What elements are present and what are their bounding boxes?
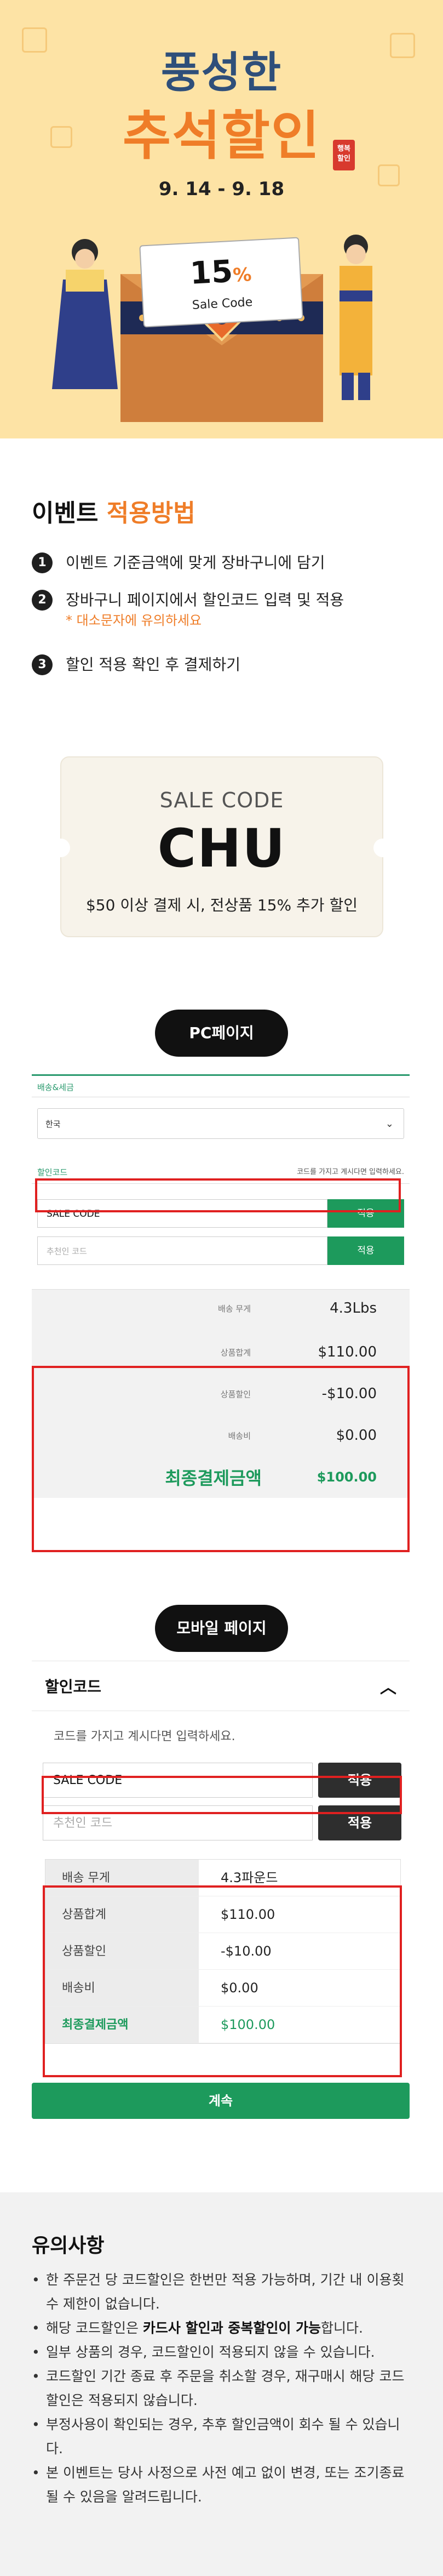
chevron-up-icon: ︿ [380,1678,396,1697]
continue-button[interactable]: 계속 [32,2083,410,2119]
step-number: 3 [32,654,53,675]
notice-list: 한 주문건 당 코드할인은 한번만 적용 가능하며, 기간 내 이용횟수 제한이… [32,2268,410,2509]
howto-title-prefix: 이벤트 [32,499,99,527]
hero-title: 풍성한 [160,48,283,98]
pc-page-label: PC페이지 [155,1010,288,1057]
sale-code-ticket: SALE CODE CHU $50 이상 결제 시, 전상품 15% 추가 할인 [51,756,392,937]
discount-code-hint: 코드를 가지고 계시다면 입력하세요. [54,1730,235,1743]
referral-code-input[interactable]: 추천인 코드 [37,1236,327,1265]
summary-key: 배송 무게 [218,1303,251,1314]
ticket-label: SALE CODE [159,788,284,812]
right-figure-illustration [340,235,372,400]
step-number: 2 [32,590,53,611]
notice-item: 해당 코드할인은 카드사 할인과 중복할인이 가능합니다. [32,2316,410,2340]
summary-value: $110.00 [318,1344,377,1360]
coupon-card: 15% Sale Code [139,237,303,328]
notice-title: 유의사항 [32,2235,105,2257]
chevron-down-icon: ⌄ [385,1118,394,1130]
step-note: * 대소문자에 유의하세요 [66,613,202,628]
hero-title-accent: 추석할인 [122,105,321,167]
ticket-code: CHU [157,818,286,879]
ticket-description: $50 이상 결제 시, 전상품 15% 추가 할인 [85,896,358,914]
discount-code-accordion[interactable]: 할인코드 ︿ [32,1661,410,1711]
coupon-percent-sign: % [232,264,252,287]
summary-value: 4.3Lbs [330,1300,377,1317]
shipping-tax-tab[interactable]: 배송&세금 [32,1074,410,1097]
summary-row: 배송 무게 4.3Lbs [32,1290,410,1327]
highlight-box [43,1885,402,2077]
notice-item: 한 주문건 당 코드할인은 한번만 적용 가능하며, 기간 내 이용횟수 제한이… [32,2268,410,2316]
notice-item: 일부 상품의 경우, 코드할인이 적용되지 않을 수 있습니다. [32,2340,410,2364]
notice-item: 본 이벤트는 당사 사정으로 사전 예고 없이 변경, 또는 조기종료 될 수 … [32,2461,410,2509]
step-text: 이벤트 기준금액에 맞게 장바구니에 담기 [66,554,325,572]
stamp-badge: 행복 할인 [333,140,355,170]
coupon-label: Sale Code [192,295,253,312]
mobile-page-label: 모바일 페이지 [155,1605,288,1652]
howto-title: 이벤트 적용방법 [32,493,195,528]
country-value: 한국 [45,1119,61,1129]
step-number: 1 [32,552,53,573]
accordion-title: 할인코드 [45,1678,102,1696]
notice-section: 유의사항 한 주문건 당 코드할인은 한번만 적용 가능하며, 기간 내 이용횟… [0,2192,443,2576]
highlight-box [32,1366,410,1552]
step-text: 할인 적용 확인 후 결제하기 [66,656,240,674]
coupon-percent: 15 [189,253,234,292]
notice-item: 부정사용이 확인되는 경우, 추후 할인금액이 회수 될 수 있습니다. [32,2413,410,2461]
step-text: 장바구니 페이지에서 할인코드 입력 및 적용 [66,591,344,609]
step-item: 1 이벤트 기준금액에 맞게 장바구니에 담기 [32,552,325,573]
left-figure-illustration [52,239,118,389]
step-item: 3 할인 적용 확인 후 결제하기 [32,654,240,675]
highlight-box [35,1178,401,1212]
hero-banner: 풍성한 추석할인 행복 할인 9. 14 - 9. 18 15% Sale Co… [0,0,443,438]
highlight-box [42,1776,402,1814]
apply-referral-button[interactable]: 적용 [327,1236,404,1265]
notice-item: 코드할인 기간 종료 후 주문을 취소할 경우, 재구매시 해당 코드할인은 적… [32,2364,410,2413]
howto-title-accent: 적용방법 [106,499,195,527]
summary-key: 상품합계 [220,1347,251,1358]
country-select[interactable]: 한국 ⌄ [37,1108,404,1139]
referral-row: 추천인 코드 적용 [37,1236,404,1267]
event-date: 9. 14 - 9. 18 [158,178,285,200]
step-item: 2 장바구니 페이지에서 할인코드 입력 및 적용 * 대소문자에 유의하세요 [32,590,344,630]
